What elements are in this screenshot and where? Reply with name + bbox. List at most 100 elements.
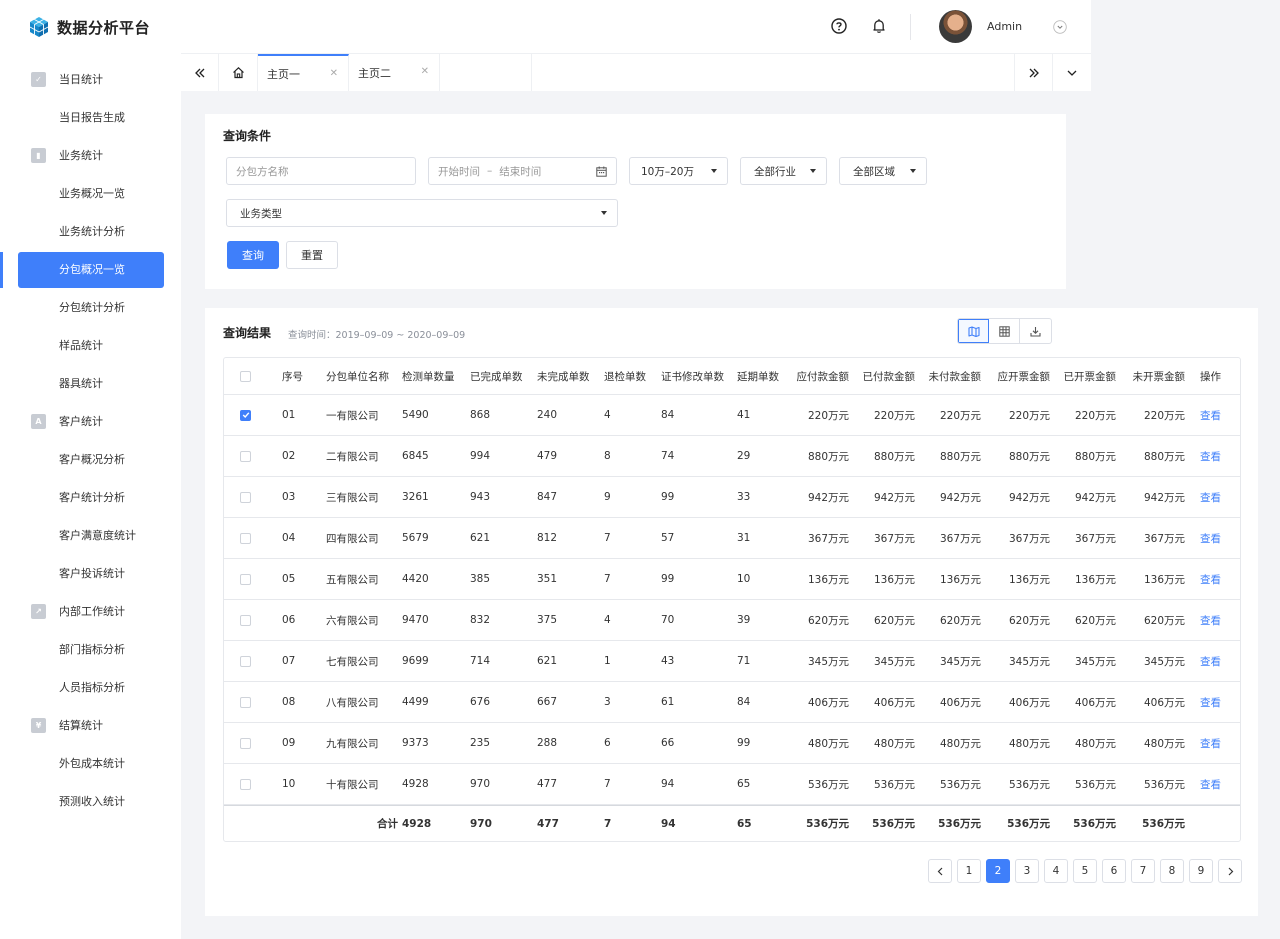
home-button[interactable] [219, 54, 258, 91]
checkbox[interactable] [240, 450, 251, 462]
view-link[interactable]: 查看 [1200, 477, 1230, 517]
region-select[interactable]: 全部区域 [839, 157, 927, 185]
sidebar-item[interactable]: 器具统计 [0, 364, 181, 402]
sidebar-item[interactable]: 外包成本统计 [0, 744, 181, 782]
column-header[interactable]: 应开票金额 [984, 358, 1051, 394]
sidebar-item[interactable]: 客户统计分析 [0, 478, 181, 516]
view-link[interactable]: 查看 [1200, 395, 1230, 435]
sidebar-item[interactable]: 客户投诉统计 [0, 554, 181, 592]
sidebar-item[interactable]: 客户满意度统计 [0, 516, 181, 554]
avatar[interactable] [939, 10, 972, 43]
column-header[interactable]: 证书修改单数 [661, 358, 731, 394]
tab-home-2[interactable]: 主页二 ✕ [349, 54, 440, 91]
sidebar-item[interactable]: 分包概况一览 [0, 250, 181, 288]
page-button[interactable]: 1 [957, 859, 981, 883]
sidebar-item[interactable]: 业务概况一览 [0, 174, 181, 212]
column-header[interactable]: 操作 [1200, 358, 1230, 394]
contractor-name-input[interactable]: 分包方名称 [226, 157, 416, 185]
checkbox[interactable] [240, 737, 251, 749]
checkbox-checked[interactable] [240, 409, 251, 421]
column-header[interactable]: 已开票金额 [1050, 358, 1117, 394]
logo[interactable]: 数据分析平台 [28, 16, 150, 38]
collapse-left-button[interactable] [181, 54, 219, 91]
sidebar-group[interactable]: ▮ 业务统计 [0, 136, 181, 174]
column-header[interactable]: 未开票金额 [1118, 358, 1186, 394]
export-button[interactable] [1020, 319, 1051, 343]
cell-inv_due: 480万元 [1008, 737, 1050, 750]
column-header[interactable]: 序号 [282, 358, 312, 394]
view-link[interactable]: 查看 [1200, 436, 1230, 476]
column-header[interactable]: 延期单数 [737, 358, 787, 394]
view-link[interactable]: 查看 [1200, 682, 1230, 722]
next-page-button[interactable] [1218, 859, 1242, 883]
sidebar-item[interactable]: 分包统计分析 [0, 288, 181, 326]
page-button[interactable]: 6 [1102, 859, 1126, 883]
column-header[interactable]: 退检单数 [604, 358, 652, 394]
column-header[interactable]: 分包单位名称 [326, 358, 398, 394]
view-link[interactable]: 查看 [1200, 600, 1230, 640]
page-button[interactable]: 3 [1015, 859, 1039, 883]
view-link[interactable]: 查看 [1200, 764, 1230, 804]
sidebar-item[interactable]: 当日报告生成 [0, 98, 181, 136]
chevron-down-icon[interactable] [1053, 20, 1067, 34]
prev-page-button[interactable] [928, 859, 952, 883]
tab-menu-button[interactable] [1053, 54, 1091, 91]
close-icon[interactable]: ✕ [421, 66, 429, 77]
column-header[interactable]: 已完成单数 [470, 358, 528, 394]
cell-uninvoiced: 367万元 [1143, 532, 1185, 545]
user-name[interactable]: Admin [987, 20, 1022, 33]
page-button[interactable]: 8 [1160, 859, 1184, 883]
sidebar-item-label: 当日统计 [59, 73, 103, 86]
view-link[interactable]: 查看 [1200, 723, 1230, 763]
checkbox[interactable] [240, 370, 251, 382]
cell-payable: 942万元 [807, 491, 849, 504]
view-link[interactable]: 查看 [1200, 559, 1230, 599]
search-button[interactable]: 查询 [227, 241, 279, 269]
page-button[interactable]: 4 [1044, 859, 1068, 883]
page-button[interactable]: 5 [1073, 859, 1097, 883]
placeholder: 分包方名称 [236, 165, 289, 178]
help-icon[interactable] [831, 18, 847, 34]
view-link[interactable]: 查看 [1200, 641, 1230, 681]
checkbox[interactable] [240, 573, 251, 585]
tab-home-1[interactable]: 主页一 ✕ [258, 54, 349, 91]
sidebar-item[interactable]: 预测收入统计 [0, 782, 181, 820]
checkbox[interactable] [240, 532, 251, 544]
column-header[interactable]: 检测单数量 [402, 358, 462, 394]
table-view-button[interactable] [989, 319, 1020, 343]
sidebar-item[interactable]: 客户概况分析 [0, 440, 181, 478]
sidebar-group[interactable]: ↗ 内部工作统计 [0, 592, 181, 630]
page-button[interactable]: 9 [1189, 859, 1213, 883]
column-header[interactable]: 已付款金额 [850, 358, 916, 394]
sidebar-item-label: 预测收入统计 [59, 795, 125, 808]
sidebar-group[interactable]: A 客户统计 [0, 402, 181, 440]
checkbox[interactable] [240, 696, 251, 708]
checkbox[interactable] [240, 614, 251, 626]
column-header[interactable]: 未付款金额 [916, 358, 982, 394]
scroll-tabs-right-button[interactable] [1014, 54, 1053, 91]
sidebar-group[interactable]: ¥ 结算统计 [0, 706, 181, 744]
checkbox[interactable] [240, 778, 251, 790]
page-button[interactable]: 2 [986, 859, 1010, 883]
page-button[interactable]: 7 [1131, 859, 1155, 883]
checkbox[interactable] [240, 491, 251, 503]
check-icon: ✓ [31, 71, 46, 87]
amount-range-select[interactable]: 10万–20万 [629, 157, 728, 185]
column-header[interactable]: 未完成单数 [537, 358, 599, 394]
date-range-picker[interactable]: 开始时间 – 结束时间 [428, 157, 617, 185]
sidebar-item[interactable]: 人员指标分析 [0, 668, 181, 706]
business-type-select[interactable]: 业务类型 [226, 199, 618, 227]
cell-inv_due: 136万元 [1008, 573, 1050, 586]
bell-icon[interactable] [871, 18, 887, 34]
view-link[interactable]: 查看 [1200, 518, 1230, 558]
map-view-button[interactable] [958, 319, 989, 343]
reset-button[interactable]: 重置 [286, 241, 338, 269]
sidebar-item[interactable]: 部门指标分析 [0, 630, 181, 668]
checkbox[interactable] [240, 655, 251, 667]
industry-select[interactable]: 全部行业 [740, 157, 827, 185]
sidebar-item[interactable]: 样品统计 [0, 326, 181, 364]
sidebar-group[interactable]: ✓ 当日统计 [0, 60, 181, 98]
sidebar-item[interactable]: 业务统计分析 [0, 212, 181, 250]
column-header[interactable]: 应付款金额 [784, 358, 850, 394]
close-icon[interactable]: ✕ [330, 68, 338, 79]
